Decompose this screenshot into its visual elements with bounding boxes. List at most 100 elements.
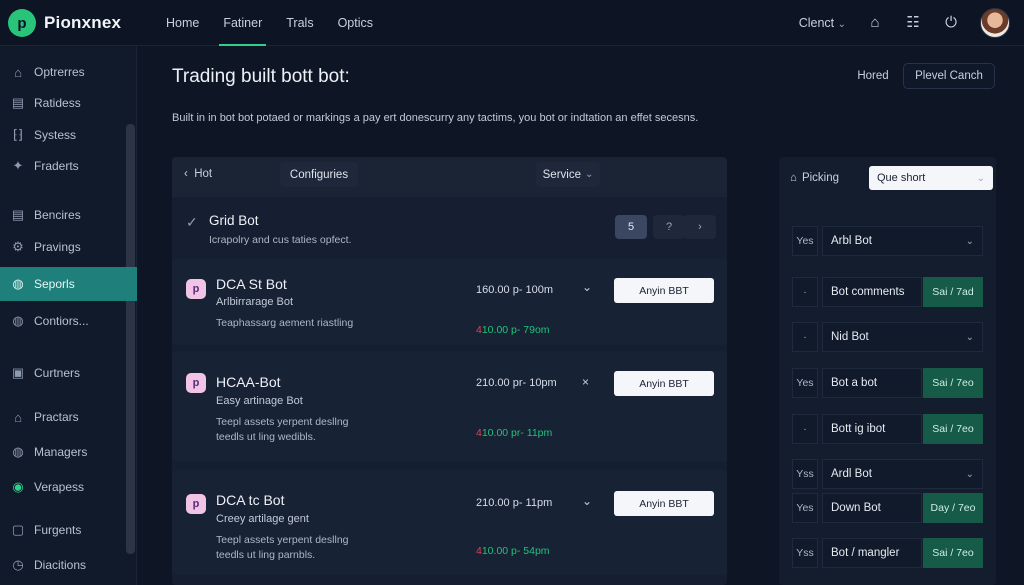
power-icon[interactable]: ⏻ <box>942 14 960 32</box>
sidebar-item-label: Curtners <box>34 366 81 380</box>
service-label: Service <box>542 168 581 181</box>
bot-change: 410.00 p- 54pm <box>476 545 550 557</box>
bot-change: 410.00 pr- 11pm <box>476 427 552 439</box>
bot-description: Teepl assets yerpent desllng teedls ut l… <box>216 416 349 443</box>
sidebar-item-practars[interactable]: ⌂ Practars <box>0 400 126 434</box>
bot-logo-icon: p <box>186 494 206 514</box>
bot-change: 410.00 p- 79om <box>476 324 550 336</box>
bot-panel-header <box>172 157 727 197</box>
sidebar-item-label: Practars <box>34 410 79 424</box>
plevel-canch-button[interactable]: Plevel Canch <box>903 63 995 89</box>
globe-icon: ◍ <box>12 313 24 328</box>
top-bar: p Pionxnex Home Fatiner Trals Optics Cle… <box>0 0 1024 46</box>
sidebar-item-systess[interactable]: ⁅⁆ Systess <box>0 118 126 152</box>
page-description: Built in in bot bot potaed or markings a… <box>172 112 699 124</box>
bot-select[interactable]: Arbl Bot ⌄ <box>822 226 983 256</box>
close-icon[interactable]: × <box>582 375 589 389</box>
settings-sliders-icon[interactable]: ☷ <box>904 14 922 32</box>
status-badge: Sai / 7eo <box>923 538 983 568</box>
bird-icon: ✦ <box>12 158 24 173</box>
sidebar-item-label: Furgents <box>34 523 82 537</box>
bot-field[interactable]: Down Bot <box>822 493 922 523</box>
chevron-down-icon: ⌄ <box>837 19 846 30</box>
clock-icon: ◷ <box>12 557 24 572</box>
hored-button[interactable]: Hored <box>846 64 900 88</box>
sort-select-value: Que short <box>877 172 926 184</box>
sidebar-item-seporls[interactable]: ◍ Seporls <box>0 267 137 301</box>
bot-select-value: Nid Bot <box>831 331 869 343</box>
bot-name: DCA St Bot <box>216 276 287 292</box>
sidebar-item-diacitions[interactable]: ◷ Diacitions <box>0 548 126 582</box>
document-icon: ▤ <box>11 207 25 222</box>
bot-select-value: Arbl Bot <box>831 235 872 247</box>
apply-bot-button[interactable]: Anyin BBT <box>614 371 714 396</box>
sidebar-scrollbar[interactable] <box>126 124 135 554</box>
sidebar-item-fraderts[interactable]: ✦ Fraderts <box>0 149 126 183</box>
tag-icon: ⌂ <box>790 172 797 184</box>
bracket-icon: ⁅⁆ <box>12 127 24 142</box>
bot-field[interactable]: Bot a bot <box>822 368 922 398</box>
sidebar-item-contiors[interactable]: ◍ Contiors... <box>0 304 126 338</box>
bot-logo-icon: p <box>186 279 206 299</box>
bot-price: 210.00 pr- 10pm <box>476 377 557 389</box>
row-flag: Yss <box>792 538 818 568</box>
page-number-button[interactable]: 5 <box>615 215 647 239</box>
nav-optics[interactable]: Optics <box>330 0 381 46</box>
bot-select[interactable]: Ardl Bot ⌄ <box>822 459 983 489</box>
sidebar-item-optrerres[interactable]: ⌂ Optrerres <box>0 55 126 89</box>
grid-bot-subtitle: Icrapolry and cus taties opfect. <box>209 234 352 246</box>
bot-price: 210.00 p- 11pm <box>476 497 553 509</box>
sidebar-item-bencires[interactable]: ▤ Bencires <box>0 198 126 232</box>
apply-bot-button[interactable]: Anyin BBT <box>614 278 714 303</box>
sidebar-item-ratidess[interactable]: ▤ Ratidess <box>0 86 126 120</box>
sidebar-item-curtners[interactable]: ▣ Curtners <box>0 356 126 390</box>
nav-fatiner[interactable]: Fatiner <box>215 0 270 46</box>
window-icon: ▣ <box>11 365 25 380</box>
bot-field[interactable]: Bott ig ibot <box>822 414 922 444</box>
sidebar-item-label: Ratidess <box>34 96 81 110</box>
chevron-down-icon: ⌄ <box>965 331 974 343</box>
chevron-down-icon: ⌄ <box>965 235 974 247</box>
avatar[interactable] <box>980 8 1010 38</box>
bot-field[interactable]: Bot / mangler <box>822 538 922 568</box>
bot-field-value: Down Bot <box>831 502 881 514</box>
nav-home[interactable]: Home <box>158 0 207 46</box>
nav-trals[interactable]: Trals <box>278 0 321 46</box>
grid-bot-title: Grid Bot <box>209 213 259 228</box>
brand-logo[interactable]: p Pionxnex <box>8 9 121 37</box>
sidebar-item-label: Fraderts <box>34 159 79 173</box>
page-title: Trading built bott bot: <box>172 66 350 87</box>
home-icon[interactable]: ⌂ <box>866 14 884 32</box>
bot-field[interactable]: Bot comments <box>822 277 922 307</box>
client-dropdown[interactable]: Clenct ⌄ <box>799 16 846 30</box>
sidebar-item-label: Diacitions <box>34 558 87 572</box>
sort-select[interactable]: Que short ⌄ <box>869 166 993 190</box>
sidebar-item-verapess[interactable]: ◉ Verapess <box>0 470 126 504</box>
top-right-controls: Clenct ⌄ ⌂ ☷ ⏻ <box>799 8 1010 38</box>
chevron-down-icon[interactable]: ⌄ <box>582 494 592 508</box>
bot-select[interactable]: Nid Bot ⌄ <box>822 322 983 352</box>
sidebar-item-pravings[interactable]: ⚙ Pravings <box>0 230 126 264</box>
brand-name: Pionxnex <box>44 13 122 32</box>
bot-change-value: 10.00 pr- 11pm <box>481 427 553 439</box>
help-button[interactable]: ? <box>653 215 685 239</box>
bot-subtitle: Creey artilage gent <box>216 513 309 525</box>
hot-back-link[interactable]: ‹ Hot <box>184 168 212 180</box>
apply-bot-button[interactable]: Anyin BBT <box>614 491 714 516</box>
sidebar-item-label: Bencires <box>34 208 81 222</box>
sidebar-item-managers[interactable]: ◍ Managers <box>0 435 126 469</box>
document-icon: ▢ <box>11 522 25 537</box>
row-flag: · <box>792 277 818 307</box>
bot-field-value: Bot / mangler <box>831 547 900 559</box>
chevron-down-icon: ⌄ <box>965 468 974 480</box>
next-page-button[interactable]: › <box>684 215 716 239</box>
bot-field-value: Bot comments <box>831 286 905 298</box>
chevron-down-icon[interactable]: ⌄ <box>582 280 592 294</box>
tab-configuries[interactable]: Configuries <box>280 162 358 187</box>
sidebar-item-furgents[interactable]: ▢ Furgents <box>0 513 126 547</box>
sidebar-item-label: Systess <box>34 128 77 142</box>
row-flag: Yes <box>792 226 818 256</box>
service-dropdown[interactable]: Service ⌄ <box>536 162 600 187</box>
status-badge: Sai / 7eo <box>923 414 983 444</box>
bot-description: Teaphassarg aement riastling <box>216 317 354 329</box>
